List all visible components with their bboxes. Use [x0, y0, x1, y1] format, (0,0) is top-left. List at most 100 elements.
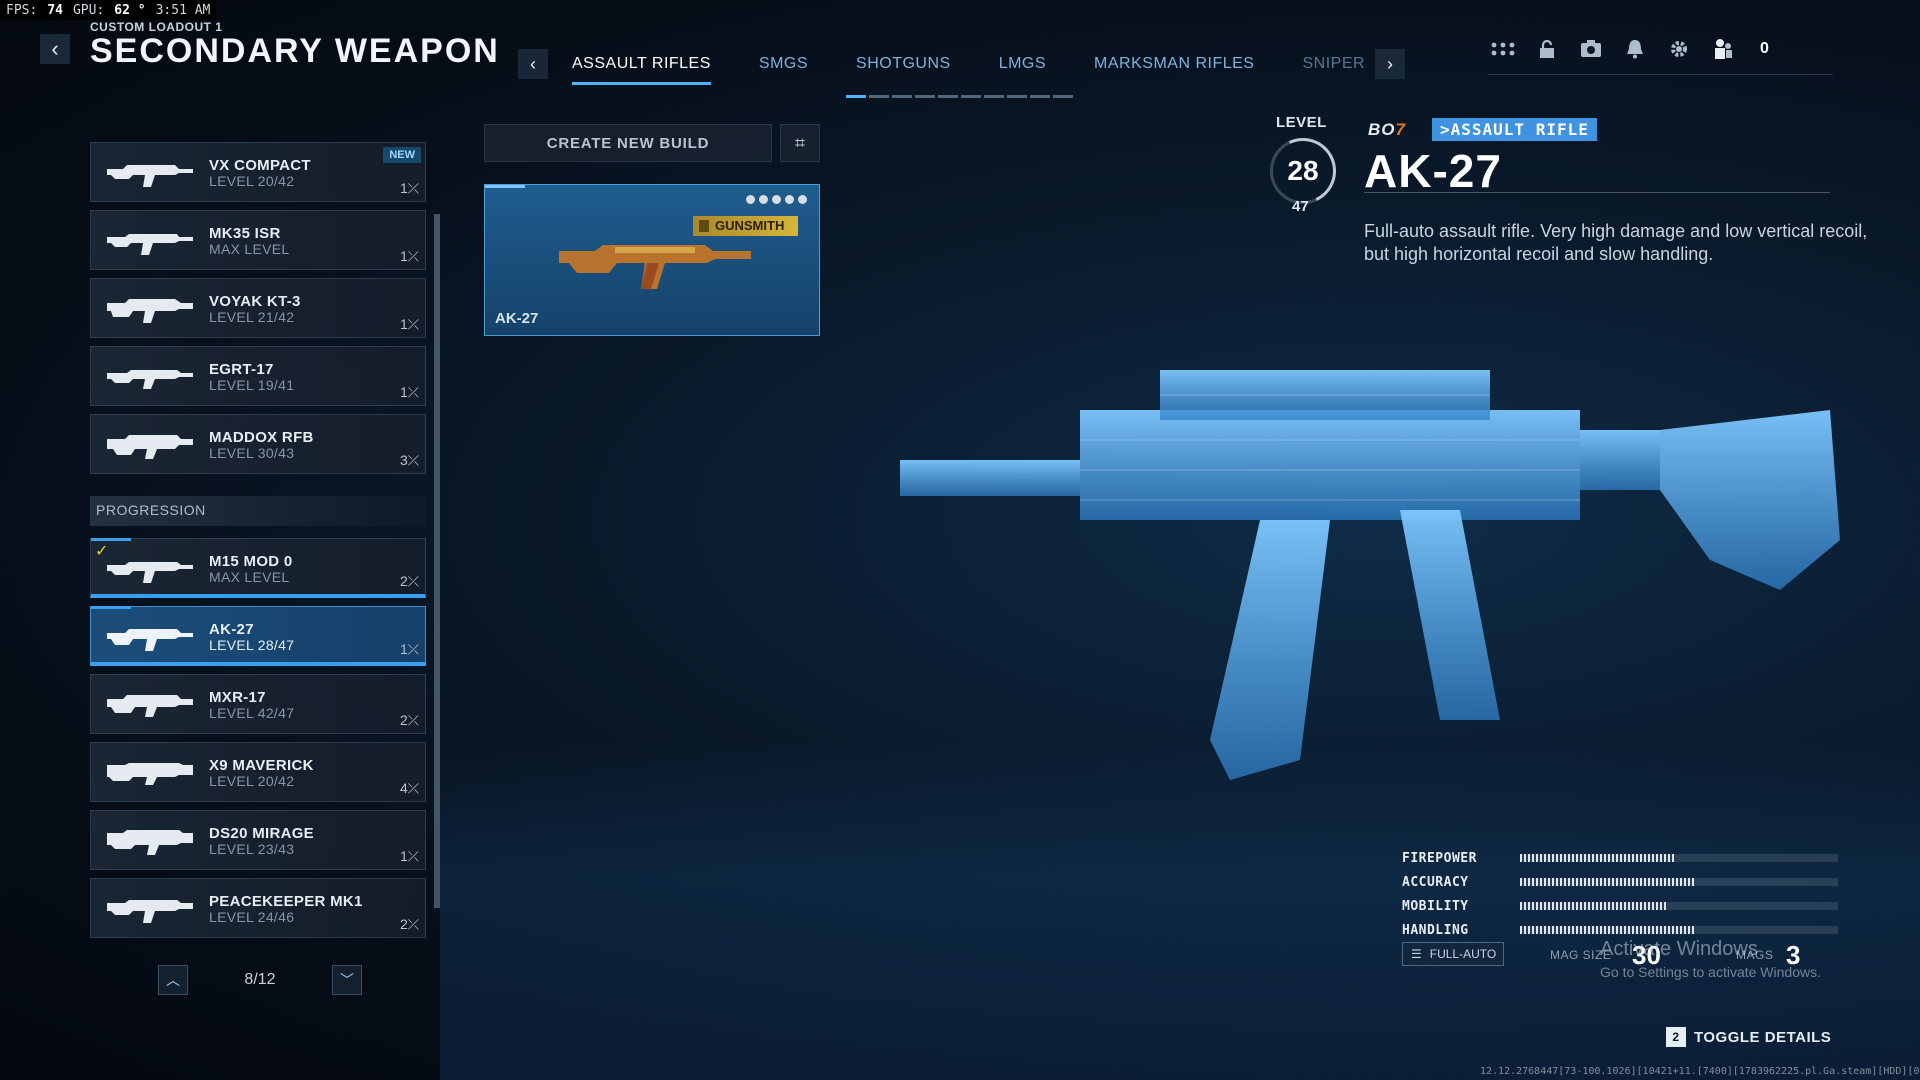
stat-bar — [1520, 926, 1838, 934]
weapon-level: MAX LEVEL — [209, 241, 290, 257]
stat-row: FIREPOWER — [1402, 846, 1842, 870]
weapon-level: LEVEL 20/42 — [209, 773, 295, 789]
chevron-down-icon: ﹀ — [339, 972, 354, 988]
create-new-build-button[interactable]: CREATE NEW BUILD — [484, 124, 772, 162]
fps-label: FPS: — [6, 2, 38, 18]
fps-value: 74 — [47, 2, 63, 18]
page-dot — [1030, 95, 1050, 98]
tab-lmgs[interactable]: LMGS — [999, 49, 1046, 79]
attachment-count: 1⤫ — [400, 180, 419, 196]
more-options-icon[interactable] — [746, 195, 807, 204]
weapon-name: VOYAK KT-3 — [209, 293, 301, 310]
attachment-count: 1⤫ — [400, 848, 419, 864]
lock-icon[interactable] — [1532, 34, 1562, 64]
toggle-details-button[interactable]: 2 TOGGLE DETAILS — [1666, 1024, 1831, 1050]
weapon-list-item[interactable]: MADDOX RFB LEVEL 30/43 3⤫ — [90, 414, 426, 474]
tab-smgs[interactable]: SMGS — [759, 49, 808, 79]
attachment-count: 1⤫ — [400, 316, 419, 332]
page-dot — [869, 95, 889, 98]
build-version-string: 12.12.2768447[73-100.1026][10421+11.[740… — [1480, 1066, 1920, 1077]
attachment-count: 3⤫ — [400, 452, 419, 468]
chevron-right-icon: › — [1387, 53, 1394, 74]
chevron-left-icon: ‹ — [51, 36, 59, 61]
weapon-name: EGRT-17 — [209, 361, 274, 378]
divider — [1488, 74, 1833, 75]
weapon-thumbnail — [105, 821, 195, 861]
page-dot — [961, 95, 981, 98]
game-series-tag: BO7 — [1368, 120, 1406, 139]
page-down-button[interactable]: ﹀ — [331, 965, 362, 995]
weapon-stats: FIREPOWER ACCURACY MOBILITY HANDLING — [1402, 846, 1842, 942]
attachment-icon: ⤫ — [407, 712, 419, 728]
grid-icon[interactable] — [1488, 34, 1518, 64]
back-button[interactable]: ‹ — [40, 34, 70, 64]
weapon-thumbnail — [105, 889, 195, 929]
weapon-name: X9 MAVERICK — [209, 757, 314, 774]
tab-sniper[interactable]: SNIPER — [1302, 49, 1365, 79]
weapon-list-item[interactable]: EGRT-17 LEVEL 19/41 1⤫ — [90, 346, 426, 406]
weapon-list-item[interactable]: DS20 MIRAGE LEVEL 23/43 1⤫ — [90, 810, 426, 870]
page-dot — [846, 95, 866, 98]
windows-activation-title: Activate Windows — [1600, 938, 1758, 960]
weapon-name: VX COMPACT — [209, 157, 311, 174]
weapon-thumbnail — [105, 289, 195, 329]
page-dot — [1053, 95, 1073, 98]
fire-mode-label: FULL-AUTO — [1429, 947, 1497, 961]
page-title: SECONDARY WEAPON — [90, 32, 500, 70]
list-pager: ︿ 8/12 ﹀ — [158, 964, 362, 996]
attachment-count: 1⤫ — [400, 641, 419, 657]
weapon-list-item[interactable]: MXR-17 LEVEL 42/47 2⤫ — [90, 674, 426, 734]
weapon-level: LEVEL 42/47 — [209, 705, 295, 721]
fire-mode-icon: ☰ — [1411, 947, 1422, 961]
weapon-list-item[interactable]: X9 MAVERICK LEVEL 20/42 4⤫ — [90, 742, 426, 802]
camera-icon[interactable] — [1576, 34, 1606, 64]
stat-bar — [1520, 878, 1838, 886]
key-prompt: 2 — [1666, 1027, 1686, 1047]
page-dot — [1007, 95, 1027, 98]
gear-icon[interactable] — [1664, 34, 1694, 64]
weapon-list-item[interactable]: MK35 ISR MAX LEVEL 1⤫ — [90, 210, 426, 270]
tab-shotguns[interactable]: SHOTGUNS — [856, 49, 951, 79]
weapon-level: LEVEL 30/43 — [209, 445, 295, 461]
weapon-level: LEVEL 23/43 — [209, 841, 295, 857]
stat-label: MOBILITY — [1402, 898, 1469, 914]
tab-next-button[interactable]: › — [1375, 49, 1406, 79]
selection-marker — [485, 185, 525, 188]
weapon-level: LEVEL 19/41 — [209, 377, 295, 393]
weapon-thumbnail — [105, 425, 195, 465]
weapon-class-tabs: ‹ ASSAULT RIFLES SMGS SHOTGUNS LMGS MARK… — [518, 44, 1406, 85]
stat-label: FIREPOWER — [1402, 850, 1477, 866]
page-up-button[interactable]: ︿ — [158, 965, 188, 995]
attachment-icon: ⤫ — [407, 641, 419, 657]
page-dot — [892, 95, 912, 98]
tab-assault-rifles[interactable]: ASSAULT RIFLES — [572, 49, 711, 85]
level-progress-ring: 28 — [1270, 138, 1336, 204]
selection-marker — [91, 606, 131, 609]
build-card[interactable]: GUNSMITH AK-27 — [484, 184, 820, 336]
attachment-icon: ⤫ — [407, 248, 419, 264]
build-code-icon: ⌗ — [794, 132, 806, 153]
attachment-icon: ⤫ — [407, 452, 419, 468]
weapon-list-item[interactable]: VOYAK KT-3 LEVEL 21/42 1⤫ — [90, 278, 426, 338]
weapon-list-item[interactable]: ✓ M15 MOD 0 MAX LEVEL 2⤫ — [90, 538, 426, 598]
weapon-name: M15 MOD 0 — [209, 553, 293, 570]
weapon-thumbnail — [105, 153, 195, 193]
stat-label: ACCURACY — [1402, 874, 1469, 890]
page-dot — [915, 95, 935, 98]
weapon-thumbnail — [105, 221, 195, 261]
weapon-hologram — [900, 370, 1840, 780]
weapon-list-item-selected[interactable]: AK-27 LEVEL 28/47 1⤫ — [90, 606, 426, 666]
attachment-icon: ⤫ — [407, 573, 419, 589]
weapon-list-item[interactable]: PEACEKEEPER MK1 LEVEL 24/46 2⤫ — [90, 878, 426, 938]
weapon-list-item[interactable]: VX COMPACT LEVEL 20/42 NEW 1⤫ — [90, 142, 426, 202]
bell-icon[interactable] — [1620, 34, 1650, 64]
top-icon-bar: 0 — [1488, 34, 1769, 64]
party-icon[interactable] — [1708, 34, 1738, 64]
stat-fill — [1520, 878, 1695, 886]
tab-prev-button[interactable]: ‹ — [518, 49, 548, 79]
attachment-icon: ⤫ — [407, 848, 419, 864]
build-code-button[interactable]: ⌗ — [780, 124, 820, 162]
chevron-up-icon: ︿ — [166, 972, 180, 988]
gpu-label: GPU: — [72, 2, 105, 18]
tab-marksman-rifles[interactable]: MARKSMAN RIFLES — [1094, 49, 1254, 79]
